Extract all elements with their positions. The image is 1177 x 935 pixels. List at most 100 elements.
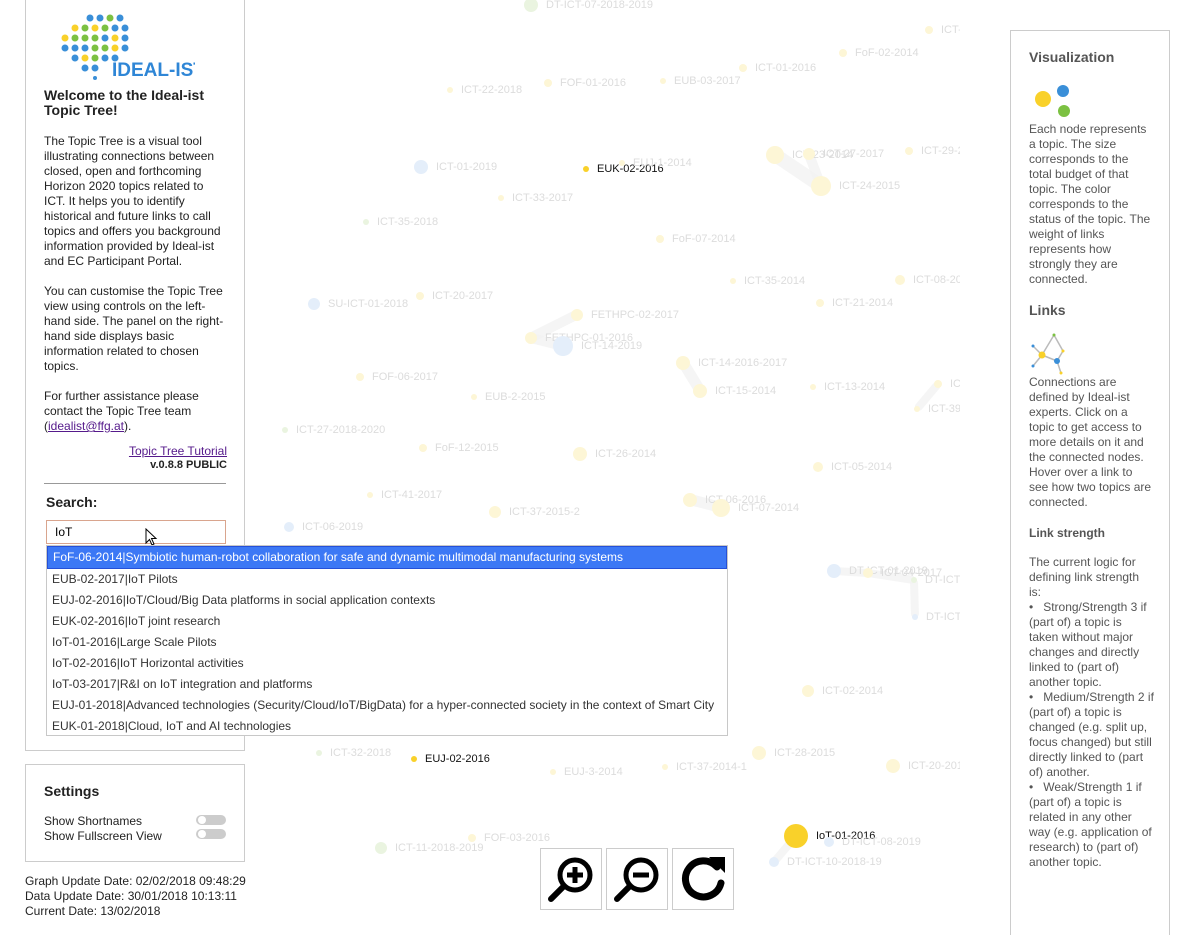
topic-node[interactable] <box>693 384 707 398</box>
topic-node[interactable] <box>308 298 320 310</box>
topic-node-label[interactable]: ICT-39 <box>928 403 960 415</box>
topic-node-label[interactable]: ICT-29-2 <box>921 145 960 157</box>
topic-node-label[interactable]: FoF-07-2014 <box>672 233 736 245</box>
topic-node[interactable] <box>784 824 808 848</box>
topic-node-label[interactable]: ICT-01-2019 <box>436 161 497 173</box>
topic-node[interactable] <box>282 427 288 433</box>
topic-node[interactable] <box>660 78 666 84</box>
topic-node-label[interactable]: ICT-35-2014 <box>744 275 805 287</box>
topic-node[interactable] <box>284 522 294 532</box>
topic-node[interactable] <box>316 750 322 756</box>
topic-node[interactable] <box>911 577 917 583</box>
topic-node-label[interactable]: EUJ-3-2014 <box>564 766 623 778</box>
topic-node-label[interactable]: ICT-41-2017 <box>381 489 442 501</box>
topic-node[interactable] <box>356 373 364 381</box>
topic-node[interactable] <box>895 275 905 285</box>
topic-node[interactable] <box>619 160 625 166</box>
topic-node-label[interactable]: DT-ICT-08-2019 <box>842 836 921 848</box>
topic-node[interactable] <box>375 842 387 854</box>
zoom-out-button[interactable] <box>606 848 668 910</box>
topic-node[interactable] <box>498 195 504 201</box>
topic-node[interactable] <box>739 64 747 72</box>
topic-node-label[interactable]: ICT-01-2016 <box>755 62 816 74</box>
topic-node-label[interactable]: SU-ICT-01-2018 <box>328 298 408 310</box>
topic-node-label[interactable]: ICT-06-2019 <box>302 521 363 533</box>
show-shortnames-toggle[interactable] <box>196 815 226 825</box>
topic-node[interactable] <box>914 406 920 412</box>
topic-node-label[interactable]: ICT-05-2014 <box>831 461 892 473</box>
topic-node-label[interactable]: FOF-01-2016 <box>560 77 626 89</box>
topic-node-label[interactable]: ICT-28-2015 <box>774 747 835 759</box>
topic-node[interactable] <box>550 769 556 775</box>
topic-node-label[interactable]: ICT-02-2014 <box>822 685 883 697</box>
topic-node[interactable] <box>827 564 841 578</box>
topic-node[interactable] <box>811 176 831 196</box>
topic-graph-canvas[interactable]: DT-ICT-07-2018-2019 ICT-22-2018 FOF-01-201… <box>245 0 960 934</box>
topic-node[interactable] <box>766 146 784 164</box>
topic-node[interactable] <box>912 614 918 620</box>
topic-node[interactable] <box>583 166 589 172</box>
topic-node[interactable] <box>524 0 538 12</box>
topic-node[interactable] <box>934 380 942 388</box>
topic-node-label[interactable]: EUJ-02-2016 <box>425 753 490 765</box>
topic-node-label[interactable]: ICT-35-2018 <box>377 216 438 228</box>
topic-node[interactable] <box>802 685 814 697</box>
topic-node-label[interactable]: EUB-03-2017 <box>674 75 741 87</box>
topic-node[interactable] <box>730 278 736 284</box>
topic-node[interactable] <box>905 147 913 155</box>
autocomplete-item[interactable]: IoT-02-2016|IoT Horizontal activities <box>47 653 727 674</box>
search-input[interactable] <box>46 520 226 544</box>
topic-node-label[interactable]: EUJ-1-2014 <box>633 157 692 169</box>
topic-node-label[interactable]: ICT-32-2018 <box>330 747 391 759</box>
topic-node[interactable] <box>656 235 664 243</box>
topic-node[interactable] <box>544 79 552 87</box>
topic-node-label[interactable]: ICT-24-2015 <box>839 180 900 192</box>
topic-node-label[interactable]: ICT-26-2014 <box>595 448 656 460</box>
topic-node[interactable] <box>925 26 933 34</box>
topic-node[interactable] <box>816 299 824 307</box>
topic-node-label[interactable]: ICT-21-2014 <box>832 297 893 309</box>
topic-node-label[interactable]: ICT-33-2017 <box>512 192 573 204</box>
topic-node[interactable] <box>839 49 847 57</box>
topic-node-label[interactable]: ICT- <box>941 24 960 36</box>
topic-node-label[interactable]: ICT-20-201 <box>908 760 960 772</box>
topic-node-label[interactable]: ICT-11-2018-2019 <box>395 842 483 854</box>
autocomplete-item[interactable]: EUJ-02-2016|IoT/Cloud/Big Data platforms… <box>47 590 727 611</box>
search-autocomplete-list[interactable]: FoF-06-2014|Symbiotic human-robot collab… <box>46 545 728 736</box>
autocomplete-item[interactable]: EUB-02-2017|IoT Pilots <box>47 569 727 590</box>
topic-node-label[interactable]: ICT-08-20 <box>913 274 960 286</box>
topic-node-label[interactable]: ICT-14-2019 <box>581 340 642 352</box>
topic-node-label[interactable]: FOF-06-2017 <box>372 371 438 383</box>
topic-node[interactable] <box>419 444 427 452</box>
zoom-in-button[interactable] <box>540 848 602 910</box>
autocomplete-item[interactable]: EUK-02-2016|IoT joint research <box>47 611 727 632</box>
topic-node-label[interactable]: FETHPC-02-2017 <box>591 309 679 321</box>
topic-node[interactable] <box>363 219 369 225</box>
topic-node[interactable] <box>525 332 537 344</box>
autocomplete-item[interactable]: FoF-06-2014|Symbiotic human-robot collab… <box>47 546 727 569</box>
autocomplete-item[interactable]: IoT-03-2017|R&I on IoT integration and p… <box>47 674 727 695</box>
topic-node[interactable] <box>676 356 690 370</box>
topic-node[interactable] <box>886 759 900 773</box>
topic-node[interactable] <box>769 857 779 867</box>
topic-node[interactable] <box>571 309 583 321</box>
topic-node-label[interactable]: ICT-27-2017 <box>823 148 884 160</box>
topic-node-label[interactable]: FOF-03-2016 <box>484 832 550 844</box>
topic-node-label[interactable]: ICT-22-2018 <box>461 84 522 96</box>
topic-node[interactable] <box>553 336 573 356</box>
topic-node-label[interactable]: DT-ICT <box>925 574 960 586</box>
topic-node[interactable] <box>489 506 501 518</box>
topic-node[interactable] <box>411 756 417 762</box>
autocomplete-item[interactable]: IoT-01-2016|Large Scale Pilots <box>47 632 727 653</box>
autocomplete-item[interactable]: EUK-01-2018|Cloud, IoT and AI technologi… <box>47 716 727 737</box>
topic-node-label[interactable]: ICT-14-2016-2017 <box>698 357 787 369</box>
topic-node-label[interactable]: ICT-07-2014 <box>738 502 799 514</box>
topic-node[interactable] <box>573 447 587 461</box>
topic-node-label[interactable]: ICT-13-2014 <box>824 381 885 393</box>
topic-node-label[interactable]: FoF-12-2015 <box>435 442 499 454</box>
topic-node[interactable] <box>803 148 815 160</box>
autocomplete-item[interactable]: EUJ-01-2018|Advanced technologies (Secur… <box>47 695 727 716</box>
topic-node[interactable] <box>810 384 816 390</box>
topic-node-label[interactable]: ICT-37-2015-2 <box>509 506 580 518</box>
reset-view-button[interactable] <box>672 848 734 910</box>
